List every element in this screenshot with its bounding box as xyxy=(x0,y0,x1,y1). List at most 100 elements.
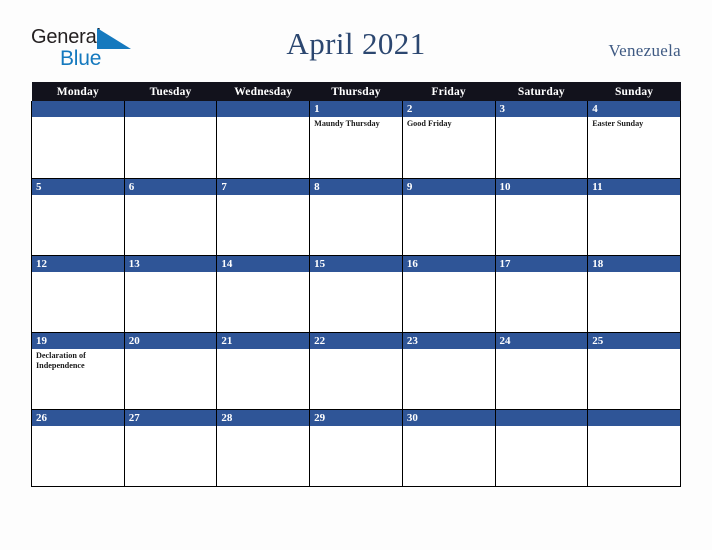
day-cell[interactable]: 16 xyxy=(401,255,496,333)
day-events xyxy=(217,117,309,177)
day-events xyxy=(310,195,402,255)
day-cell[interactable]: 6 xyxy=(123,178,218,256)
day-events: Easter Sunday xyxy=(588,117,680,177)
day-cell[interactable] xyxy=(494,409,589,488)
day-number: 6 xyxy=(124,178,217,195)
day-number: 21 xyxy=(217,332,310,349)
day-events xyxy=(588,349,680,409)
day-number: 5 xyxy=(32,178,124,195)
calendar-grid: Monday Tuesday Wednesday Thursday Friday… xyxy=(31,82,681,488)
day-events xyxy=(32,117,124,177)
weekday-header-tuesday: Tuesday xyxy=(124,82,217,101)
day-number: 14 xyxy=(217,255,310,272)
day-cell[interactable] xyxy=(123,101,218,179)
day-events xyxy=(496,272,588,332)
day-cell[interactable]: 26 xyxy=(31,409,125,488)
day-number: 15 xyxy=(310,255,402,272)
day-cell[interactable]: 11 xyxy=(587,178,681,256)
day-number xyxy=(124,101,217,117)
weekday-header-thursday: Thursday xyxy=(309,82,403,101)
day-events xyxy=(588,195,680,255)
day-cell[interactable]: 22 xyxy=(309,332,403,410)
day-events xyxy=(125,272,217,332)
weekday-header-saturday: Saturday xyxy=(495,82,588,101)
holiday-label: Good Friday xyxy=(406,119,452,128)
day-cell[interactable] xyxy=(587,409,681,488)
calendar-week-row: 26 27 28 29 30 xyxy=(31,409,681,488)
weekday-header-monday: Monday xyxy=(31,82,125,101)
weekday-header-row: Monday Tuesday Wednesday Thursday Friday… xyxy=(31,82,681,101)
day-number: 2 xyxy=(402,101,495,117)
day-cell[interactable]: 8 xyxy=(309,178,403,256)
day-events: Good Friday xyxy=(403,117,495,177)
day-number: 27 xyxy=(124,409,217,426)
day-number: 17 xyxy=(495,255,588,272)
day-number: 19 xyxy=(32,332,124,349)
day-events xyxy=(125,195,217,255)
day-cell[interactable]: 30 xyxy=(401,409,496,488)
day-number: 30 xyxy=(402,409,495,426)
day-number: 12 xyxy=(32,255,124,272)
weekday-header-wednesday: Wednesday xyxy=(216,82,310,101)
day-events xyxy=(496,426,588,486)
day-number: 18 xyxy=(588,255,680,272)
day-events xyxy=(588,272,680,332)
day-cell[interactable]: 18 xyxy=(587,255,681,333)
calendar-body: 1 Maundy Thursday 2 Good Friday 3 4 East… xyxy=(31,101,681,488)
day-number: 8 xyxy=(310,178,402,195)
holiday-label: Maundy Thursday xyxy=(314,119,380,128)
day-number xyxy=(588,409,680,426)
day-number: 1 xyxy=(310,101,402,117)
day-cell[interactable]: 21 xyxy=(216,332,311,410)
day-cell[interactable]: 12 xyxy=(31,255,125,333)
day-number: 9 xyxy=(402,178,495,195)
day-cell[interactable]: 1 Maundy Thursday xyxy=(309,101,403,179)
day-number: 4 xyxy=(588,101,680,117)
day-cell[interactable]: 19 Declaration of Independence xyxy=(31,332,125,410)
day-cell[interactable]: 9 xyxy=(401,178,496,256)
day-cell[interactable]: 25 xyxy=(587,332,681,410)
day-cell[interactable]: 29 xyxy=(309,409,403,488)
day-number: 13 xyxy=(124,255,217,272)
day-cell[interactable]: 5 xyxy=(31,178,125,256)
weekday-header-sunday: Sunday xyxy=(587,82,681,101)
day-events xyxy=(217,349,309,409)
day-cell[interactable]: 14 xyxy=(216,255,311,333)
day-cell[interactable]: 13 xyxy=(123,255,218,333)
day-cell[interactable]: 17 xyxy=(494,255,589,333)
day-events xyxy=(125,349,217,409)
day-cell[interactable] xyxy=(216,101,311,179)
day-cell[interactable] xyxy=(31,101,125,179)
day-cell[interactable]: 20 xyxy=(123,332,218,410)
day-cell[interactable]: 3 xyxy=(494,101,589,179)
day-events xyxy=(403,272,495,332)
day-cell[interactable]: 28 xyxy=(216,409,311,488)
calendar-week-row: 12 13 14 15 16 17 18 xyxy=(31,255,681,333)
day-number: 10 xyxy=(495,178,588,195)
day-number: 26 xyxy=(32,409,124,426)
calendar-week-row: 19 Declaration of Independence 20 21 22 … xyxy=(31,332,681,410)
day-cell[interactable]: 23 xyxy=(401,332,496,410)
day-cell[interactable]: 24 xyxy=(494,332,589,410)
day-number: 25 xyxy=(588,332,680,349)
country-label: Venezuela xyxy=(608,41,681,60)
day-events xyxy=(496,195,588,255)
day-cell[interactable]: 2 Good Friday xyxy=(401,101,496,179)
day-number: 16 xyxy=(402,255,495,272)
day-events xyxy=(310,272,402,332)
day-events xyxy=(403,426,495,486)
day-cell[interactable]: 27 xyxy=(123,409,218,488)
holiday-label: Easter Sunday xyxy=(592,119,644,128)
day-events xyxy=(588,426,680,486)
day-number: 29 xyxy=(310,409,402,426)
day-events xyxy=(217,195,309,255)
day-number: 7 xyxy=(217,178,310,195)
day-number: 11 xyxy=(588,178,680,195)
day-events: Declaration of Independence xyxy=(32,349,124,409)
day-cell[interactable]: 4 Easter Sunday xyxy=(587,101,681,179)
day-cell[interactable]: 7 xyxy=(216,178,311,256)
day-cell[interactable]: 10 xyxy=(494,178,589,256)
day-cell[interactable]: 15 xyxy=(309,255,403,333)
day-events xyxy=(403,349,495,409)
day-number: 23 xyxy=(402,332,495,349)
